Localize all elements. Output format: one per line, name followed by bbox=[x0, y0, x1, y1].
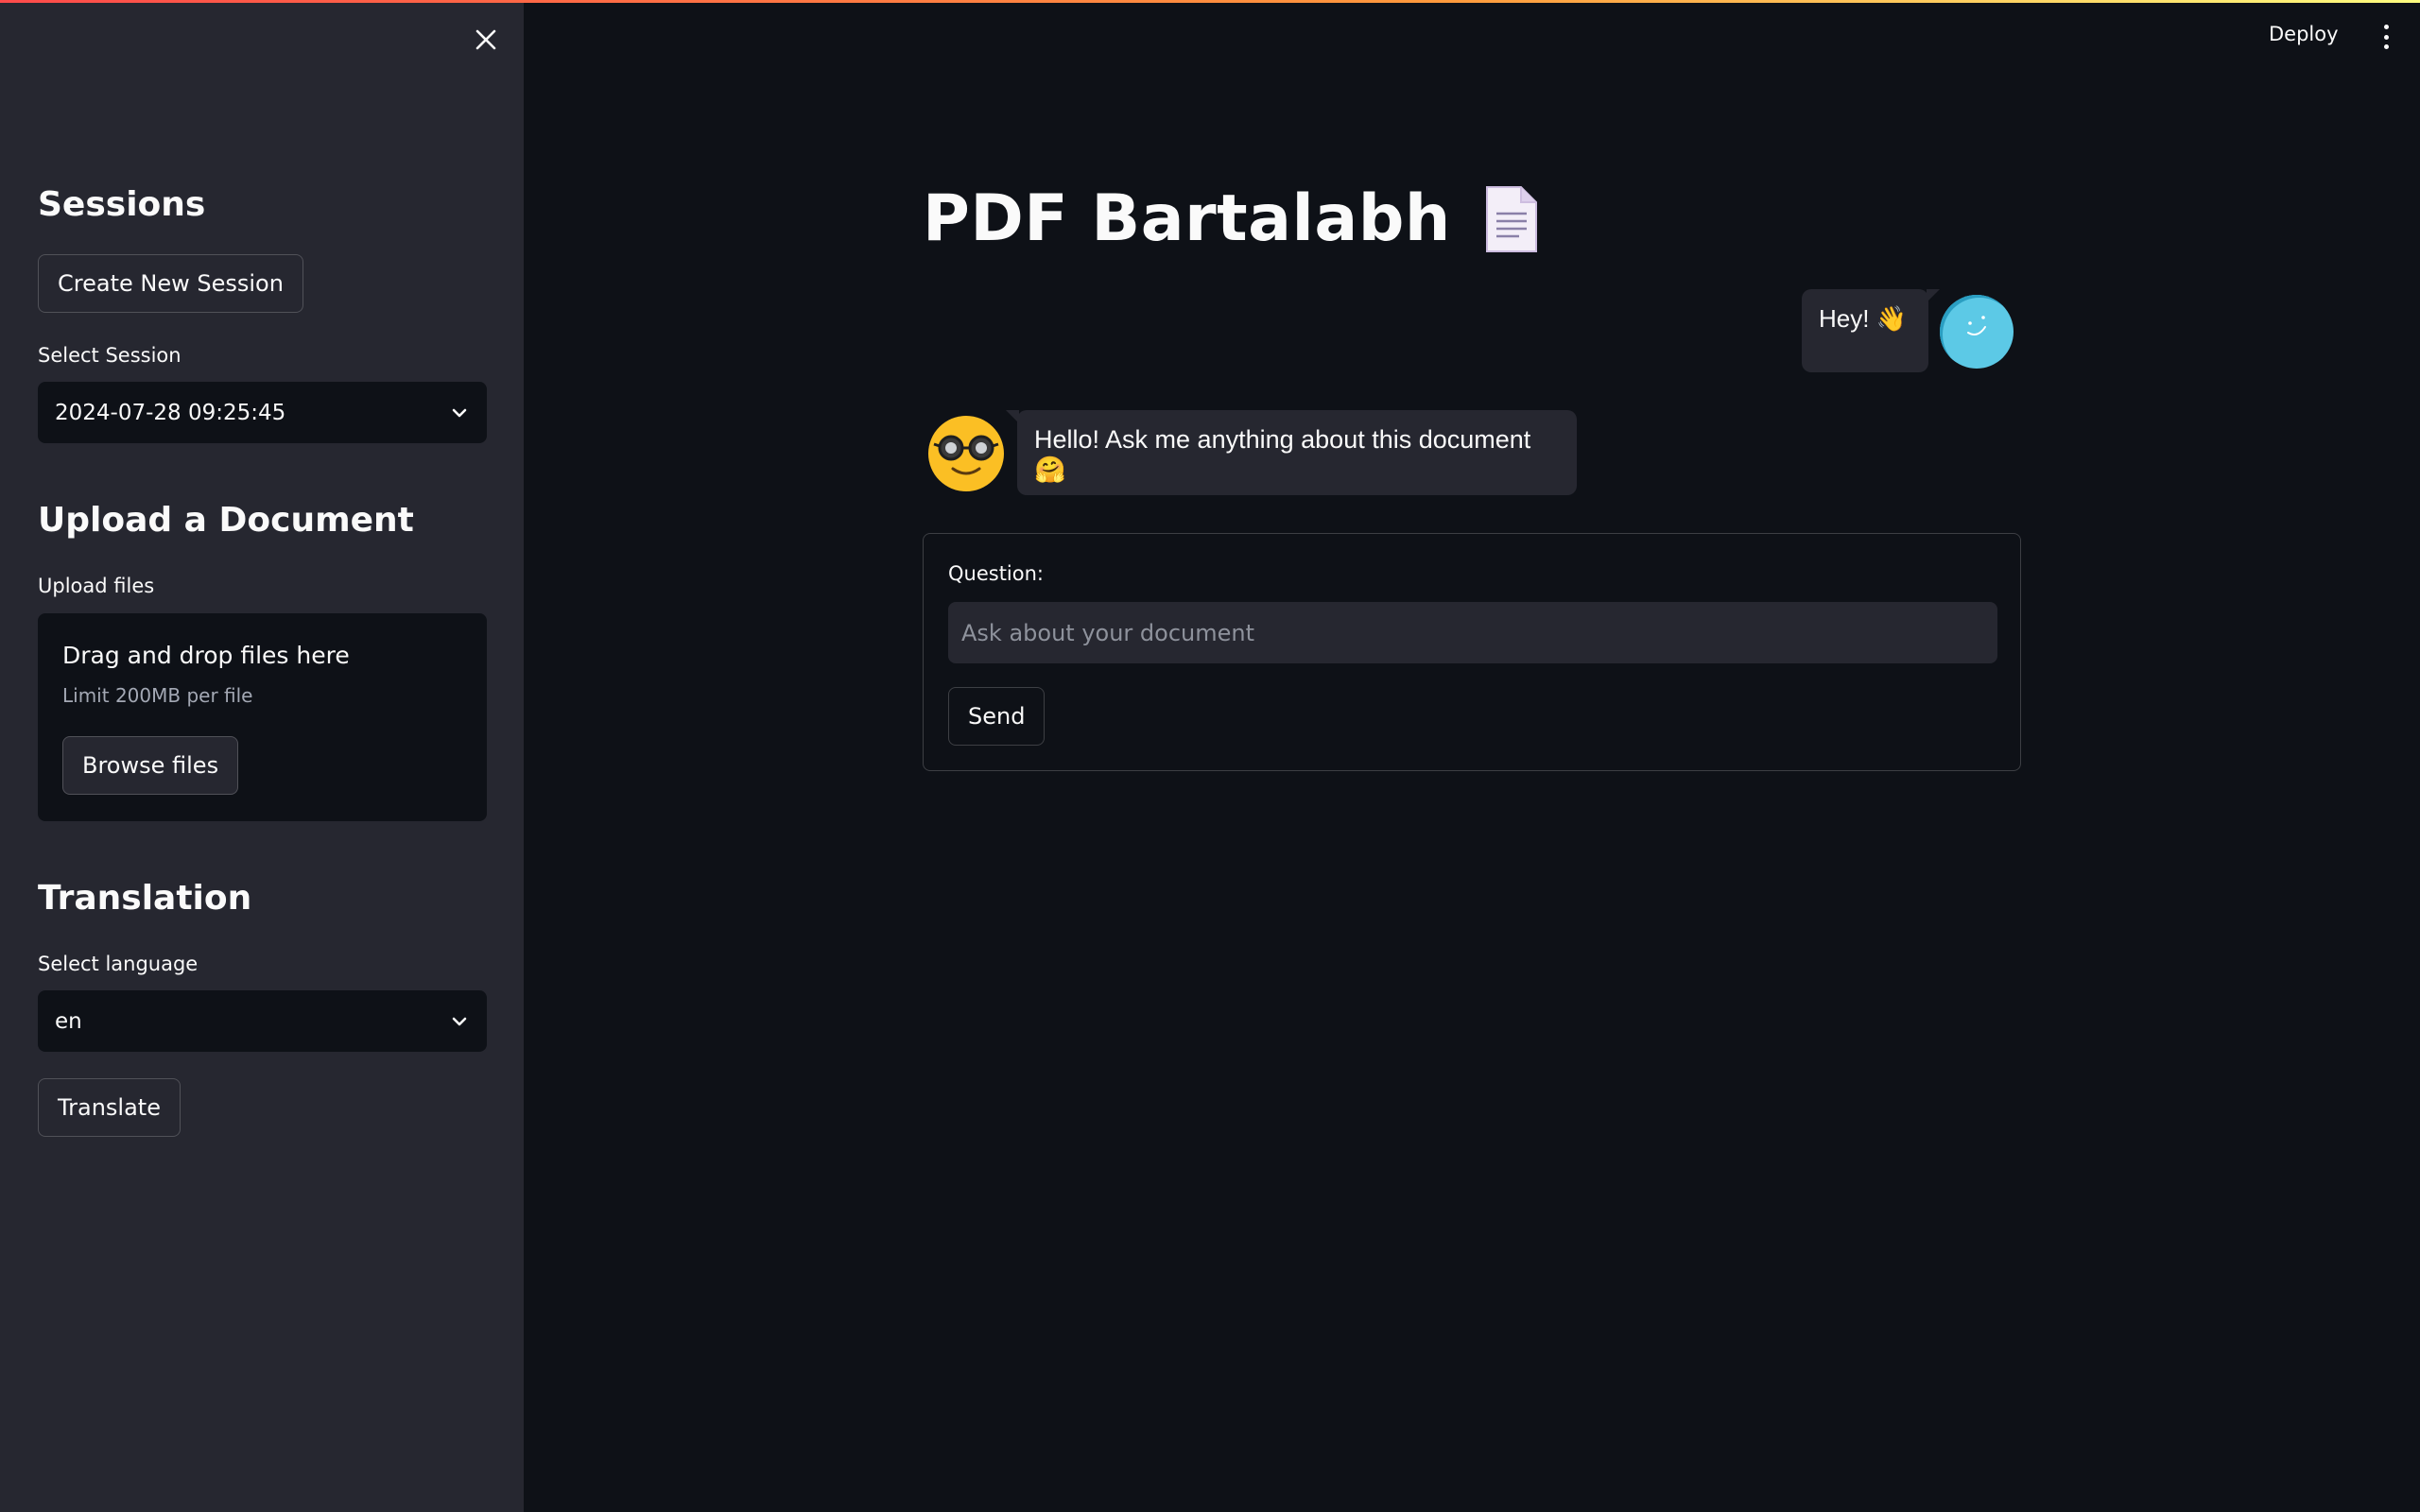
language-select[interactable]: en bbox=[38, 990, 487, 1052]
user-message-bubble: Hey! 👋 bbox=[1802, 289, 1940, 372]
top-decoration-stripe bbox=[0, 0, 2420, 3]
nerd-face-icon bbox=[928, 416, 1004, 491]
browse-files-button[interactable]: Browse files bbox=[62, 736, 239, 795]
upload-files-label: Upload files bbox=[38, 575, 155, 597]
question-label: Question: bbox=[948, 562, 1045, 585]
upload-heading: Upload a Document bbox=[38, 501, 414, 540]
deploy-button[interactable]: Deploy bbox=[2269, 23, 2339, 45]
user-message-text: Hey! 👋 bbox=[1819, 304, 1908, 333]
session-select-value: 2024-07-28 09:25:45 bbox=[55, 400, 286, 425]
main-menu-icon[interactable] bbox=[2375, 23, 2397, 51]
smile-face-icon bbox=[1967, 316, 1986, 335]
assistant-message-bubble: Hello! Ask me anything about this docume… bbox=[1006, 410, 1577, 495]
session-select[interactable]: 2024-07-28 09:25:45 bbox=[38, 382, 487, 443]
create-new-session-button[interactable]: Create New Session bbox=[38, 254, 303, 313]
language-select-value: en bbox=[55, 1008, 82, 1034]
select-language-label: Select language bbox=[38, 953, 199, 975]
page-title-text: PDF Bartalabh bbox=[923, 181, 1451, 256]
translate-button[interactable]: Translate bbox=[38, 1078, 181, 1137]
send-button[interactable]: Send bbox=[948, 687, 1046, 746]
close-sidebar-icon[interactable] bbox=[471, 25, 501, 55]
sidebar: Sessions Create New Session Select Sessi… bbox=[0, 0, 524, 1512]
user-avatar bbox=[1940, 295, 2014, 369]
dropzone-limit: Limit 200MB per file bbox=[62, 684, 253, 707]
chevron-down-icon bbox=[452, 1017, 467, 1025]
question-form: Question: Send bbox=[923, 533, 2021, 771]
assistant-message-text: Hello! Ask me anything about this docume… bbox=[1034, 425, 1531, 484]
sessions-heading: Sessions bbox=[38, 185, 206, 224]
question-input[interactable] bbox=[948, 602, 1997, 663]
page-title: PDF Bartalabh bbox=[923, 181, 1540, 256]
dropzone-text: Drag and drop files here bbox=[62, 642, 350, 669]
select-session-label: Select Session bbox=[38, 344, 182, 367]
translation-heading: Translation bbox=[38, 879, 252, 918]
file-dropzone[interactable]: Drag and drop files here Limit 200MB per… bbox=[38, 613, 487, 821]
chevron-down-icon bbox=[452, 408, 467, 417]
assistant-avatar bbox=[928, 416, 1004, 491]
document-icon bbox=[1485, 185, 1537, 252]
